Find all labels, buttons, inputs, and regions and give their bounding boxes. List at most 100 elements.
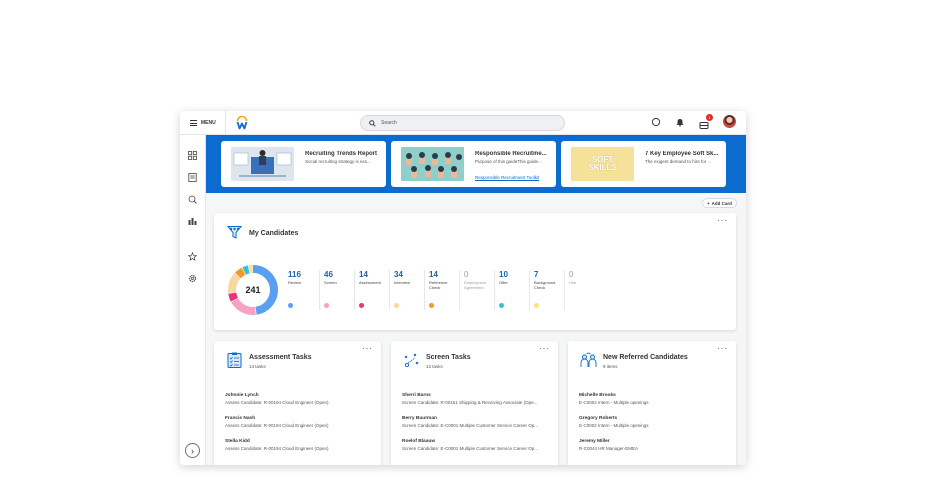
candidate-stage[interactable]: 14 Assessment — [354, 270, 389, 310]
bell-icon[interactable] — [675, 117, 685, 127]
stage-label: Interview — [394, 280, 411, 285]
soft-skills-text: SKILLS — [588, 163, 617, 172]
banner-card-soft-skills[interactable]: SOFT SKILLS 7 Key Employee Soft Sk... Th… — [561, 141, 726, 187]
checklist-icon — [227, 352, 242, 368]
banner-card-recruiting-trends[interactable]: Recruiting Trends Report Social recruiti… — [221, 141, 386, 187]
stage-count: 46 — [324, 270, 333, 279]
stage-color-dot — [359, 303, 364, 308]
candidate-stage[interactable]: 0 Hire — [564, 270, 599, 310]
task-person-name: Berry Buurman — [402, 416, 437, 421]
sidebar: › — [180, 135, 206, 465]
task-person-name: Sherri Barns — [402, 393, 431, 398]
search-icon — [369, 119, 376, 127]
list-item[interactable]: Roelof Blaauw Screen Candidate: E-C0001 M… — [402, 439, 538, 451]
more-options-icon[interactable]: ··· — [717, 217, 728, 225]
chevron-right-icon: › — [191, 445, 194, 456]
stage-label: Reference Check — [429, 280, 448, 290]
candidate-stage[interactable]: 14 Reference Check — [424, 270, 459, 310]
app-window: MENU Search 1 › Recruiting Trends Report… — [180, 111, 746, 465]
hamburger-icon — [190, 120, 197, 126]
task-person-name: Francis Nash — [225, 416, 256, 421]
stage-color-dot — [394, 303, 399, 308]
new-referred-candidates-card: ··· New Referred Candidates 9 items Mich… — [568, 341, 736, 465]
people-referral-icon — [580, 352, 597, 367]
my-candidates-card: ··· My Candidates 241 116 Review 46 Screen 1… — [214, 213, 736, 330]
more-options-icon[interactable]: ··· — [717, 345, 728, 353]
menu-button[interactable]: MENU — [190, 118, 216, 128]
candidate-stage[interactable]: 10 Offer — [494, 270, 529, 310]
banner-card-title: Responsible Recruitme... — [475, 151, 547, 157]
candidates-funnel-icon — [227, 226, 242, 239]
org-chart-icon[interactable] — [188, 217, 197, 226]
dashboard-icon[interactable] — [188, 151, 197, 160]
stage-label: Assessment — [359, 280, 381, 285]
stage-count: 10 — [499, 270, 508, 279]
stage-count: 14 — [359, 270, 368, 279]
banner-card-description: Social recruiting strategy is ess... — [305, 159, 371, 164]
screen-tasks-count: 13 tasks — [426, 364, 443, 369]
banner-card-description: The exigent demand to hire for ... — [645, 159, 712, 164]
candidate-stage[interactable]: 34 Interview — [389, 270, 424, 310]
candidate-requisition: E-C0002 Intern - Multiple openings — [579, 400, 649, 405]
responsible-recruitment-toolkit-link[interactable]: Responsible Recruitment Toolkit — [475, 175, 539, 180]
announcement-banner: Recruiting Trends Report Social recruiti… — [206, 135, 746, 193]
task-person-name: Roelof Blaauw — [402, 439, 436, 444]
inbox-icon — [699, 121, 709, 129]
banner-card-responsible-recruitment[interactable]: Responsible Recruitme... Purpose of this… — [391, 141, 556, 187]
candidate-stage[interactable]: 116 Review — [284, 270, 319, 310]
report-icon[interactable] — [188, 173, 197, 182]
candidate-stage[interactable]: 7 Background Check — [529, 270, 564, 310]
candidate-name: Jeremy Miller — [579, 439, 610, 444]
search-candidates-icon[interactable] — [188, 195, 197, 204]
stage-color-dot — [499, 303, 504, 308]
stage-label: Background Check — [534, 280, 556, 290]
list-item[interactable]: Michelle Brooks E-C0002 Intern - Multiple… — [579, 393, 649, 405]
banner-card-title: 7 Key Employee Soft Sk... — [645, 151, 719, 157]
total-candidates: 241 — [245, 285, 261, 295]
inbox-button[interactable]: 1 — [699, 113, 713, 129]
recruiting-trends-image — [231, 147, 294, 181]
candidate-requisition: E-C0002 Intern - Multiple openings — [579, 423, 649, 428]
candidate-name: Gregory Roberts — [579, 416, 618, 421]
stage-label: Review — [288, 280, 302, 285]
candidates-donut-chart[interactable]: 241 — [227, 264, 279, 316]
notification-badge: 1 — [706, 113, 713, 121]
task-description: Assess Candidate: R-00194 Cloud Engineer… — [225, 400, 329, 405]
stage-color-dot — [534, 303, 539, 308]
list-item[interactable]: Francis Nash Assess Candidate: R-00194 Cl… — [225, 416, 329, 428]
expand-sidebar-button[interactable]: › — [185, 443, 200, 458]
stage-color-dot — [288, 303, 293, 308]
chat-icon[interactable] — [651, 117, 661, 127]
list-item[interactable]: Sherri Barns Screen Candidate: R-00151 Sh… — [402, 393, 537, 405]
star-icon[interactable] — [188, 252, 197, 261]
candidate-stage[interactable]: 0 Employment Agreement — [459, 270, 494, 310]
avatar[interactable] — [723, 115, 736, 128]
task-person-name: Johnnie Lynch — [225, 393, 259, 398]
plus-icon: + — [707, 200, 710, 206]
more-options-icon[interactable]: ··· — [539, 345, 550, 353]
assessment-tasks-card: ··· Assessment Tasks 14 tasks Johnnie Ly… — [214, 341, 381, 465]
list-item[interactable]: Gregory Roberts E-C0002 Intern - Multiple… — [579, 416, 649, 428]
new-referred-candidates-title: New Referred Candidates — [603, 354, 688, 361]
responsible-recruitment-image — [401, 147, 464, 181]
list-item[interactable]: Johnnie Lynch Assess Candidate: R-00194 C… — [225, 393, 329, 405]
stage-count: 116 — [288, 270, 301, 279]
more-options-icon[interactable]: ··· — [362, 345, 373, 353]
divider — [225, 111, 226, 135]
search-bar[interactable]: Search — [360, 115, 565, 131]
list-item[interactable]: Stella Kidd Assess Candidate: R-00194 Clo… — [225, 439, 329, 451]
candidate-stages: 116 Review 46 Screen 14 Assessment 34 Interview… — [284, 270, 599, 310]
top-bar: MENU Search 1 — [180, 111, 746, 135]
candidate-stage[interactable]: 46 Screen — [319, 270, 354, 310]
stage-color-dot — [429, 303, 434, 308]
workday-logo[interactable] — [236, 116, 248, 130]
add-card-button[interactable]: + Add Card — [702, 198, 737, 208]
stage-label: Screen — [324, 280, 337, 285]
list-item[interactable]: Berry Buurman Screen Candidate: E-C0001 M… — [402, 416, 538, 428]
assessment-tasks-title: Assessment Tasks — [249, 354, 312, 361]
settings-icon[interactable] — [188, 274, 197, 283]
banner-card-title: Recruiting Trends Report — [305, 151, 378, 157]
list-item[interactable]: Jeremy Miller R-C0044 HR Manager-EMEA — [579, 439, 638, 451]
stage-label: Employment Agreement — [464, 280, 487, 290]
stage-label: Hire — [569, 280, 577, 285]
